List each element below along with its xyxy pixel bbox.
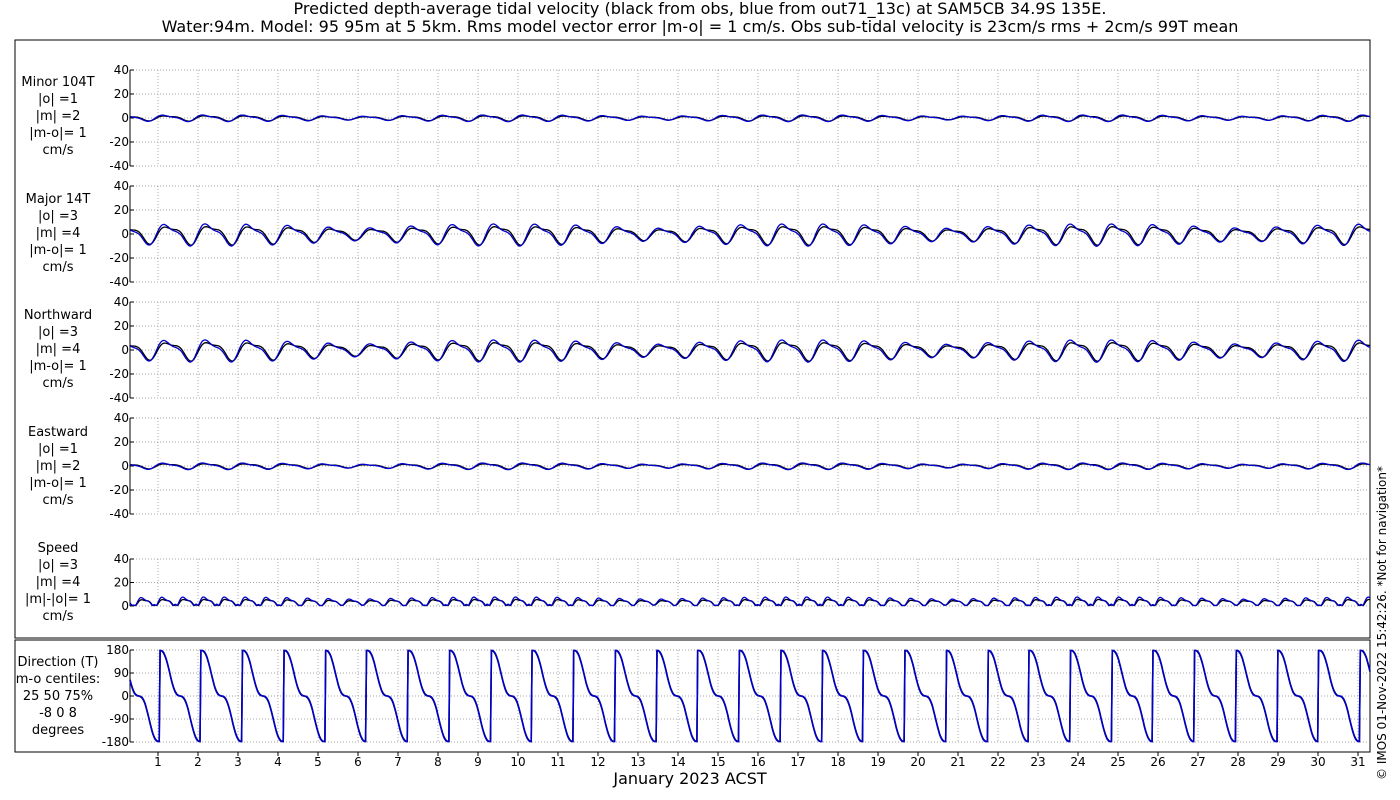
y-tick-label: 90 [114, 666, 129, 680]
x-tick-label: 12 [590, 755, 605, 769]
panel-0: 40 20 0 -20 -40 [109, 63, 1371, 173]
y-tick-label: 20 [114, 576, 129, 590]
y-tick-label: 0 [121, 459, 129, 473]
y-tick-label: 40 [114, 552, 129, 566]
panel-2: 40 20 0 -20 -40 [109, 295, 1371, 405]
y-tick-label: 20 [114, 435, 129, 449]
x-tick-label: 4 [274, 755, 282, 769]
panel-3: 40 20 0 -20 -40 [109, 411, 1371, 521]
y-tick-label: 0 [121, 343, 129, 357]
y-tick-label: 180 [106, 643, 129, 657]
credit-text: © IMOS 01-Nov-2022 15:42:26. *Not for na… [1375, 466, 1389, 780]
panel-5: 180 90 0 -90 -180 [102, 643, 1371, 749]
x-tick-label: 6 [354, 755, 362, 769]
y-tick-label: -40 [109, 275, 129, 289]
x-tick-label: 2 [194, 755, 202, 769]
y-tick-label: -40 [109, 391, 129, 405]
x-tick-label: 19 [870, 755, 885, 769]
y-tick-label: 0 [121, 227, 129, 241]
x-tick-label: 10 [510, 755, 525, 769]
y-tick-label: -180 [102, 735, 129, 749]
y-tick-label: 40 [114, 411, 129, 425]
y-tick-label: 20 [114, 87, 129, 101]
y-tick-label: -40 [109, 507, 129, 521]
x-tick-label: 31 [1350, 755, 1365, 769]
x-tick-label: 5 [314, 755, 322, 769]
x-tick-label: 28 [1230, 755, 1245, 769]
x-tick-label: 26 [1150, 755, 1165, 769]
x-tick-label: 14 [670, 755, 685, 769]
y-tick-label: 40 [114, 63, 129, 77]
y-tick-label: -40 [109, 159, 129, 173]
panel-1: 40 20 0 -20 -40 [109, 179, 1371, 289]
x-tick-label: 27 [1190, 755, 1205, 769]
panel-4: 40 20 0 [114, 552, 1371, 613]
x-tick-label: 11 [550, 755, 565, 769]
x-tick-label: 8 [434, 755, 442, 769]
y-tick-label: -20 [109, 367, 129, 381]
x-tick-label: 7 [394, 755, 402, 769]
x-tick-label: 9 [474, 755, 482, 769]
y-tick-label: -20 [109, 251, 129, 265]
y-tick-label: 20 [114, 203, 129, 217]
y-tick-label: 40 [114, 295, 129, 309]
series-line-model [129, 223, 1371, 247]
x-tick-label: 3 [234, 755, 242, 769]
x-tick-label: 30 [1310, 755, 1325, 769]
y-tick-label: 20 [114, 319, 129, 333]
y-tick-label: 0 [121, 599, 129, 613]
upper-frame [14, 39, 1371, 639]
series-line-model [129, 339, 1371, 363]
x-tick-label: 15 [710, 755, 725, 769]
x-tick-label: 22 [990, 755, 1005, 769]
y-tick-label: -20 [109, 483, 129, 497]
tidal-velocity-chart: 40200-20-4040200-20-4040200-20-4040200-2… [14, 39, 1371, 769]
y-tick-label: -90 [109, 712, 129, 726]
x-tick-label: 1 [154, 755, 162, 769]
x-tick-label: 24 [1070, 755, 1085, 769]
x-tick-label: 29 [1270, 755, 1285, 769]
x-tick-label: 17 [790, 755, 805, 769]
x-tick-label: 13 [630, 755, 645, 769]
x-tick-label: 18 [830, 755, 845, 769]
y-tick-label: 0 [121, 689, 129, 703]
x-axis-label: January 2023 ACST [613, 769, 767, 788]
x-tick-label: 21 [950, 755, 965, 769]
y-tick-label: 40 [114, 179, 129, 193]
x-tick-label: 25 [1110, 755, 1125, 769]
x-tick-label: 20 [910, 755, 925, 769]
x-tick-label: 16 [750, 755, 765, 769]
y-tick-label: 0 [121, 111, 129, 125]
y-tick-label: -20 [109, 135, 129, 149]
x-tick-label: 23 [1030, 755, 1045, 769]
